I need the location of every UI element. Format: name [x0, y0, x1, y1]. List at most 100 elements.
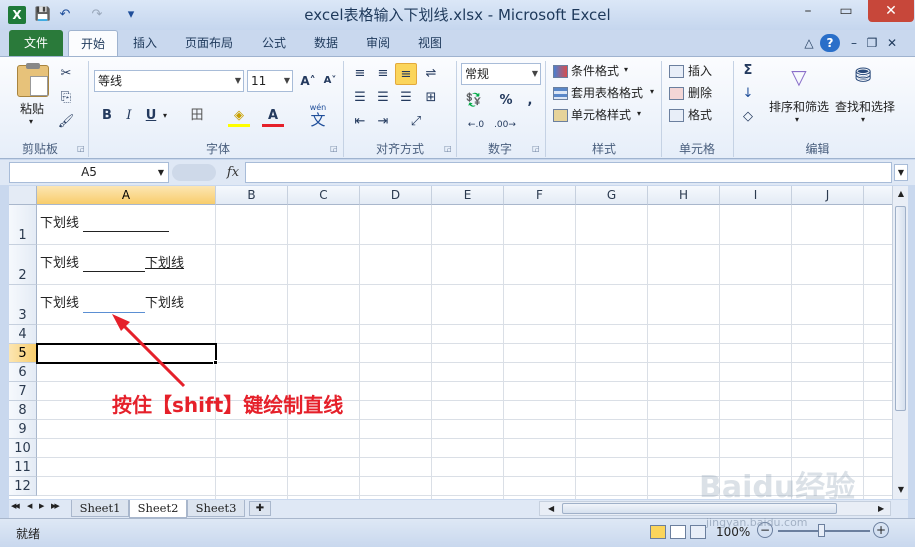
- accounting-icon[interactable]: 💱: [463, 90, 485, 112]
- binoculars-icon[interactable]: ⛃: [850, 63, 876, 89]
- grow-font-icon[interactable]: A˄: [297, 70, 319, 92]
- sheet-tab-sheet2[interactable]: Sheet2: [129, 500, 187, 518]
- fill-icon[interactable]: ↓: [737, 83, 759, 105]
- underline-icon[interactable]: U: [140, 105, 162, 127]
- minimize-button[interactable]: –: [790, 0, 826, 22]
- merge-center-icon[interactable]: ⊞: [420, 87, 442, 109]
- redo-icon[interactable]: ↷: [88, 6, 106, 24]
- cell-styles-button[interactable]: 单元格样式: [571, 105, 631, 125]
- doc-restore-button[interactable]: ❐: [864, 30, 880, 56]
- align-left-icon[interactable]: ☰: [349, 87, 371, 109]
- scroll-down-icon[interactable]: ▼: [894, 482, 908, 498]
- dialog-launcher-icon[interactable]: ◲: [532, 144, 540, 153]
- decrease-decimal-icon[interactable]: .00→: [491, 114, 519, 136]
- undo-icon[interactable]: ↶: [56, 6, 74, 24]
- tab-home[interactable]: 开始: [68, 30, 118, 57]
- sheet-tab-sheet3[interactable]: Sheet3: [187, 500, 245, 517]
- insert-cells-button[interactable]: 插入: [688, 61, 712, 81]
- percent-icon[interactable]: %: [495, 90, 517, 112]
- help-icon[interactable]: ?: [820, 34, 840, 52]
- format-as-table-button[interactable]: 套用表格格式: [571, 83, 643, 103]
- scroll-up-icon[interactable]: ▲: [894, 186, 908, 202]
- tab-formulas[interactable]: 公式: [252, 30, 296, 56]
- sheet-tab-sheet1[interactable]: Sheet1: [71, 500, 129, 517]
- dialog-launcher-icon[interactable]: ◲: [330, 144, 338, 153]
- sheet-nav-first-icon[interactable]: ◀◀: [11, 502, 20, 510]
- copy-icon[interactable]: ⎘: [55, 87, 77, 109]
- page-break-view-icon[interactable]: [690, 525, 706, 539]
- font-size-combo[interactable]: 11 ▼: [247, 70, 293, 92]
- horizontal-scrollbar[interactable]: ◀ ▶: [539, 501, 891, 516]
- page-layout-view-icon[interactable]: [670, 525, 686, 539]
- formula-input[interactable]: [245, 162, 892, 183]
- number-format-combo[interactable]: 常规 ▼: [461, 63, 541, 85]
- close-button[interactable]: ✕: [868, 0, 914, 22]
- decrease-indent-icon[interactable]: ⇤: [349, 111, 371, 133]
- increase-decimal-icon[interactable]: ←.0: [463, 114, 489, 136]
- dialog-launcher-icon[interactable]: ◲: [444, 144, 452, 153]
- autosum-icon[interactable]: Σ: [737, 60, 759, 82]
- chevron-down-icon[interactable]: ▾: [795, 115, 799, 124]
- minimize-ribbon-icon[interactable]: △: [800, 30, 818, 56]
- formula-bar-handle-icon[interactable]: [172, 164, 216, 181]
- cut-icon[interactable]: ✂: [55, 63, 77, 85]
- chevron-down-icon[interactable]: ▾: [637, 109, 641, 118]
- align-top-icon[interactable]: ≡: [349, 63, 371, 85]
- dialog-launcher-icon[interactable]: ◲: [77, 144, 85, 153]
- format-painter-icon[interactable]: 🖌: [55, 111, 77, 133]
- conditional-format-button[interactable]: 条件格式: [571, 61, 619, 81]
- phonetic-icon[interactable]: wén 文: [305, 103, 331, 128]
- doc-close-button[interactable]: ✕: [884, 30, 900, 56]
- bold-icon[interactable]: B: [96, 105, 118, 127]
- customize-qat-icon[interactable]: ▾: [122, 6, 140, 24]
- scroll-right-icon[interactable]: ▶: [878, 502, 884, 516]
- italic-icon[interactable]: I: [118, 105, 140, 127]
- comma-icon[interactable]: ,: [519, 90, 541, 112]
- sheet-nav-prev-icon[interactable]: ◀: [27, 502, 32, 510]
- hscroll-thumb[interactable]: [562, 503, 837, 514]
- fill-color-icon[interactable]: ◈: [228, 105, 250, 127]
- zoom-in-button[interactable]: +: [873, 522, 889, 538]
- tab-page-layout[interactable]: 页面布局: [176, 30, 242, 56]
- format-cells-button[interactable]: 格式: [688, 105, 712, 125]
- tab-insert[interactable]: 插入: [122, 30, 168, 56]
- sheet-nav-last-icon[interactable]: ▶▶: [51, 502, 60, 510]
- save-icon[interactable]: 💾: [34, 6, 52, 24]
- align-center-icon[interactable]: ☰: [372, 87, 394, 109]
- chevron-down-icon[interactable]: ▾: [861, 115, 865, 124]
- clear-icon[interactable]: ◇: [737, 106, 759, 128]
- wrap-text-icon[interactable]: ⇌: [420, 63, 442, 85]
- font-name-combo[interactable]: 等线 ▼: [94, 70, 244, 92]
- name-box[interactable]: A5 ▼: [9, 162, 169, 183]
- worksheet-grid[interactable]: ABCDEFGHIJ 1 2 3 4 5 6 7 8 9 10 11 12 下划线 下划线 下划线 下…: [9, 186, 892, 499]
- paste-icon[interactable]: [17, 63, 49, 97]
- tab-file[interactable]: 文件: [9, 30, 63, 56]
- scroll-left-icon[interactable]: ◀: [548, 502, 554, 516]
- underline-dropdown-icon[interactable]: ▾: [163, 111, 167, 120]
- new-sheet-icon[interactable]: ✚: [249, 501, 271, 516]
- normal-view-icon[interactable]: [650, 525, 666, 539]
- sheet-nav-next-icon[interactable]: ▶: [39, 502, 44, 510]
- chevron-down-icon[interactable]: ▾: [650, 87, 654, 96]
- align-right-icon[interactable]: ☰: [395, 87, 417, 109]
- orientation-icon[interactable]: ⤢: [405, 111, 427, 133]
- expand-formula-icon[interactable]: ▼: [894, 164, 908, 181]
- sort-filter-button[interactable]: 排序和筛选: [769, 97, 829, 117]
- shrink-font-icon[interactable]: A˅: [319, 70, 341, 92]
- paste-dropdown-icon[interactable]: ▾: [29, 117, 33, 126]
- doc-minimize-button[interactable]: –: [846, 30, 862, 56]
- restore-button[interactable]: ▭: [828, 0, 864, 22]
- sort-filter-icon[interactable]: ▽: [784, 61, 814, 93]
- zoom-slider-thumb[interactable]: [818, 524, 825, 537]
- tab-review[interactable]: 审阅: [356, 30, 400, 56]
- paste-button-label[interactable]: 粘贴: [20, 99, 44, 119]
- align-middle-icon[interactable]: ≡: [372, 63, 394, 85]
- chevron-down-icon[interactable]: ▾: [624, 65, 628, 74]
- scroll-thumb[interactable]: [895, 206, 906, 411]
- font-color-icon[interactable]: A: [262, 105, 284, 127]
- vertical-scrollbar[interactable]: ▲ ▼: [892, 186, 908, 499]
- border-icon[interactable]: 田: [186, 105, 208, 127]
- align-bottom-icon[interactable]: ≡: [395, 63, 417, 85]
- find-select-button[interactable]: 查找和选择: [835, 97, 895, 117]
- insert-function-button[interactable]: fx: [222, 162, 244, 183]
